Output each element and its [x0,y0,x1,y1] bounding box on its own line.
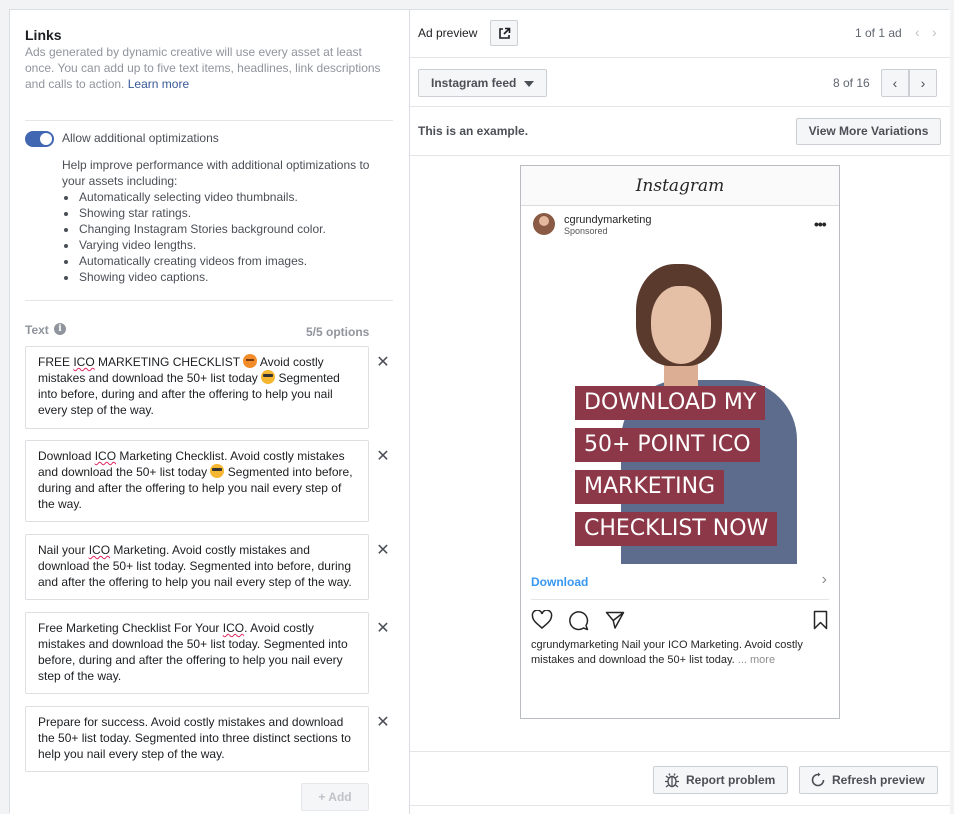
chevron-left-icon[interactable]: ‹ [915,24,920,40]
list-item: Showing star ratings. [62,205,382,221]
links-description-text: Ads generated by dynamic creative will u… [25,45,381,91]
cta-row[interactable]: Download › [531,568,829,600]
report-problem-label: Report problem [686,773,776,787]
caption-more-link[interactable]: ... more [738,654,775,666]
options-count: 5/5 options [306,325,370,339]
text-option-5[interactable]: Prepare for success. Avoid costly mistak… [25,706,369,772]
external-link-icon [499,27,511,39]
bug-icon [665,773,679,788]
list-item: Automatically creating videos from image… [62,253,382,269]
optimizations-toggle[interactable] [25,131,54,147]
sunglasses-emoji-icon [261,370,276,384]
remove-text-5-button[interactable]: ✕ [374,714,392,732]
instagram-logo: Instagram [521,166,839,206]
misspelled-word: ICO [73,355,95,369]
view-more-variations-button[interactable]: View More Variations [796,118,941,145]
text-section-label: Text [25,323,49,337]
add-text-button[interactable]: + Add [301,783,369,811]
links-panel: Links Ads generated by dynamic creative … [10,10,410,814]
previous-button[interactable]: ‹ [881,69,909,97]
learn-more-link[interactable]: Learn more [128,77,189,91]
ad-count: 1 of 1 ad [855,26,902,40]
post-caption: cgrundymarketing Nail your ICO Marketing… [531,638,831,668]
chevron-right-icon: › [920,75,926,91]
links-title: Links [25,27,62,43]
list-item: Changing Instagram Stories background co… [62,221,382,237]
list-item: Varying video lengths. [62,237,382,253]
preview-footer: Report problem Refresh preview [410,751,950,806]
cat-emoji-icon [243,354,258,368]
instagram-preview: Instagram cgrundymarketing Sponsored •••… [520,165,840,719]
remove-text-1-button[interactable]: ✕ [374,354,392,372]
account-name: cgrundymarketing [564,214,652,226]
text-segment: Prepare for success. Avoid costly mistak… [38,715,351,761]
comment-icon[interactable] [568,610,589,631]
ad-creative-panel: Links Ads generated by dynamic creative … [9,9,950,814]
toggle-knob [40,133,52,145]
chevron-right-icon[interactable]: › [932,24,937,40]
ad-headline: DOWNLOAD MY 50+ POINT ICO MARKETING CHEC… [575,386,778,554]
heart-icon[interactable] [531,610,553,630]
headline-line: CHECKLIST NOW [575,512,778,546]
headline-line: MARKETING [575,470,725,504]
sunglasses-emoji-icon [210,464,225,478]
placement-bar: Instagram feed 8 of 16 ‹ › [410,58,950,107]
refresh-icon [811,772,825,787]
refresh-preview-button[interactable]: Refresh preview [799,766,938,794]
ad-image: DOWNLOAD MY 50+ POINT ICO MARKETING CHEC… [521,244,839,564]
chevron-right-icon: › [821,571,827,588]
more-icon[interactable]: ••• [814,216,827,232]
divider [25,120,393,121]
share-icon[interactable] [605,610,625,630]
refresh-preview-label: Refresh preview [832,773,925,787]
report-problem-button[interactable]: Report problem [653,766,788,794]
chevron-left-icon: ‹ [892,75,898,91]
text-option-3[interactable]: Nail your ICO Marketing. Avoid costly mi… [25,534,369,600]
misspelled-word: ICO [88,543,111,557]
text-option-2[interactable]: Download ICO Marketing Checklist. Avoid … [25,440,369,522]
caption-user: cgrundymarketing [531,639,619,651]
divider [410,805,950,806]
text-option-1[interactable]: FREE ICO MARKETING CHECKLIST Avoid costl… [25,346,369,429]
preview-header: Ad preview 1 of 1 ad ‹ › [410,10,950,58]
placement-label: Instagram feed [431,76,517,90]
text-segment: FREE [38,355,74,369]
optimizations-list: Automatically selecting video thumbnails… [62,189,382,285]
bookmark-icon[interactable] [813,610,828,630]
example-text: This is an example. [418,124,529,138]
text-option-4[interactable]: Free Marketing Checklist For Your ICO. A… [25,612,369,694]
download-cta[interactable]: Download [531,575,588,589]
text-segment: Nail your [38,543,89,557]
info-icon[interactable]: i [54,323,66,335]
sponsored-label: Sponsored [564,226,608,236]
optimizations-label: Allow additional optimizations [62,131,219,145]
divider [25,300,393,301]
example-row: This is an example. View More Variations [410,107,950,156]
remove-text-4-button[interactable]: ✕ [374,620,392,638]
preview-area: Instagram cgrundymarketing Sponsored •••… [410,156,950,751]
placement-dropdown[interactable]: Instagram feed [418,69,547,97]
remove-text-3-button[interactable]: ✕ [374,542,392,560]
page-count: 8 of 16 [833,76,870,90]
text-segment: Free Marketing Checklist For Your [38,621,223,635]
open-preview-button[interactable] [490,20,518,46]
avatar [533,213,555,235]
ad-preview-title: Ad preview [418,26,478,40]
list-item: Showing video captions. [62,269,382,285]
headline-line: DOWNLOAD MY [575,386,766,420]
caret-down-icon [524,81,534,87]
next-button[interactable]: › [909,69,937,97]
headline-line: 50+ POINT ICO [575,428,760,462]
image-figure [651,286,711,364]
list-item: Automatically selecting video thumbnails… [62,189,382,205]
misspelled-word: ICO [222,621,245,635]
remove-text-2-button[interactable]: ✕ [374,448,392,466]
text-segment: MARKETING CHECKLIST [94,355,244,369]
optimizations-description: Help improve performance with additional… [62,158,370,188]
links-description: Ads generated by dynamic creative will u… [25,44,390,92]
instagram-actions [531,610,829,632]
misspelled-word: ICO [94,449,117,463]
text-segment: Download [38,449,95,463]
ad-preview-panel: Ad preview 1 of 1 ad ‹ › Instagram feed … [410,10,950,814]
